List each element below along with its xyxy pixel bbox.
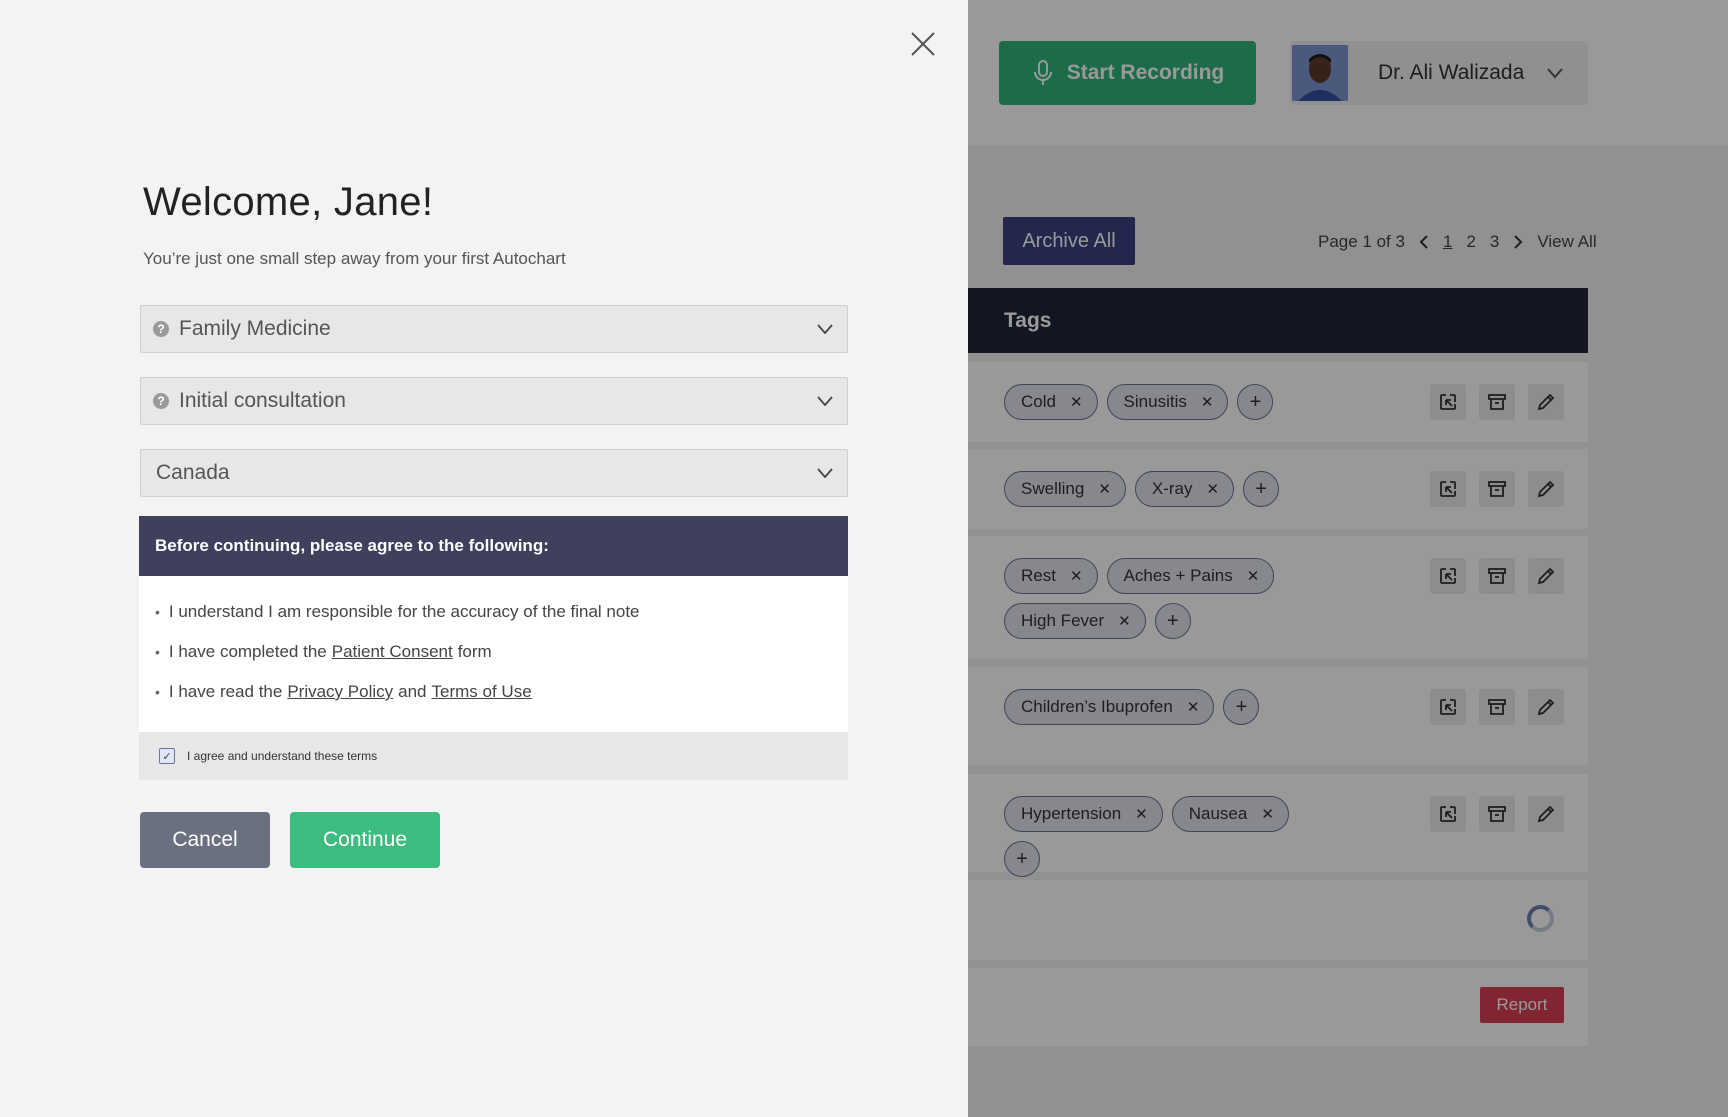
agreement-item-2-post: form (457, 642, 492, 661)
modal-overlay[interactable] (968, 0, 1728, 1117)
chevron-down-icon (817, 324, 833, 334)
country-value: Canada (156, 461, 230, 484)
chevron-down-icon (817, 396, 833, 406)
patient-consent-link[interactable]: Patient Consent (332, 642, 453, 662)
agreement-checkbox-row: ✓ I agree and understand these terms (139, 732, 848, 780)
terms-of-use-link[interactable]: Terms of Use (432, 682, 532, 702)
agree-checkbox-label: I agree and understand these terms (187, 749, 378, 763)
chevron-down-icon (817, 468, 833, 478)
visit-type-value: Initial consultation (179, 389, 346, 412)
onboarding-panel: Welcome, Jane! You’re just one small ste… (0, 0, 968, 1117)
bullet-icon: • (155, 604, 160, 620)
agreement-item-2-pre: I have completed the (168, 642, 327, 661)
bullet-icon: • (155, 644, 160, 660)
privacy-policy-link[interactable]: Privacy Policy (287, 682, 393, 702)
specialty-value: Family Medicine (179, 317, 331, 340)
agreement-header-text: Before continuing, please agree to the f… (155, 536, 549, 555)
list-item: • I have read the Privacy Policy and Terms o… (155, 682, 848, 722)
list-item: • I have completed the Patient Consent form (155, 642, 848, 682)
bullet-icon: • (155, 684, 160, 700)
agreement-item-3-pre: I have read the (168, 682, 283, 701)
continue-button[interactable]: Continue (290, 812, 440, 868)
help-icon: ? (153, 321, 169, 337)
agreement-item-3-mid: and (398, 682, 427, 701)
checkmark-icon: ✓ (162, 750, 172, 763)
agree-checkbox[interactable]: ✓ (159, 748, 175, 764)
specialty-select[interactable]: ? Family Medicine (140, 305, 848, 353)
agreement-list: • I understand I am responsible for the a… (139, 576, 848, 732)
help-icon: ? (153, 393, 169, 409)
page-title: Welcome, Jane! (143, 180, 434, 224)
agreement-item-1: I understand I am responsible for the ac… (168, 602, 640, 621)
close-icon[interactable] (909, 30, 937, 58)
country-select[interactable]: Canada (140, 449, 848, 497)
agreement-header: Before continuing, please agree to the f… (139, 516, 848, 576)
visit-type-select[interactable]: ? Initial consultation (140, 377, 848, 425)
page-subtitle: You’re just one small step away from you… (143, 249, 566, 268)
cancel-button[interactable]: Cancel (140, 812, 270, 868)
list-item: • I understand I am responsible for the a… (155, 602, 848, 642)
